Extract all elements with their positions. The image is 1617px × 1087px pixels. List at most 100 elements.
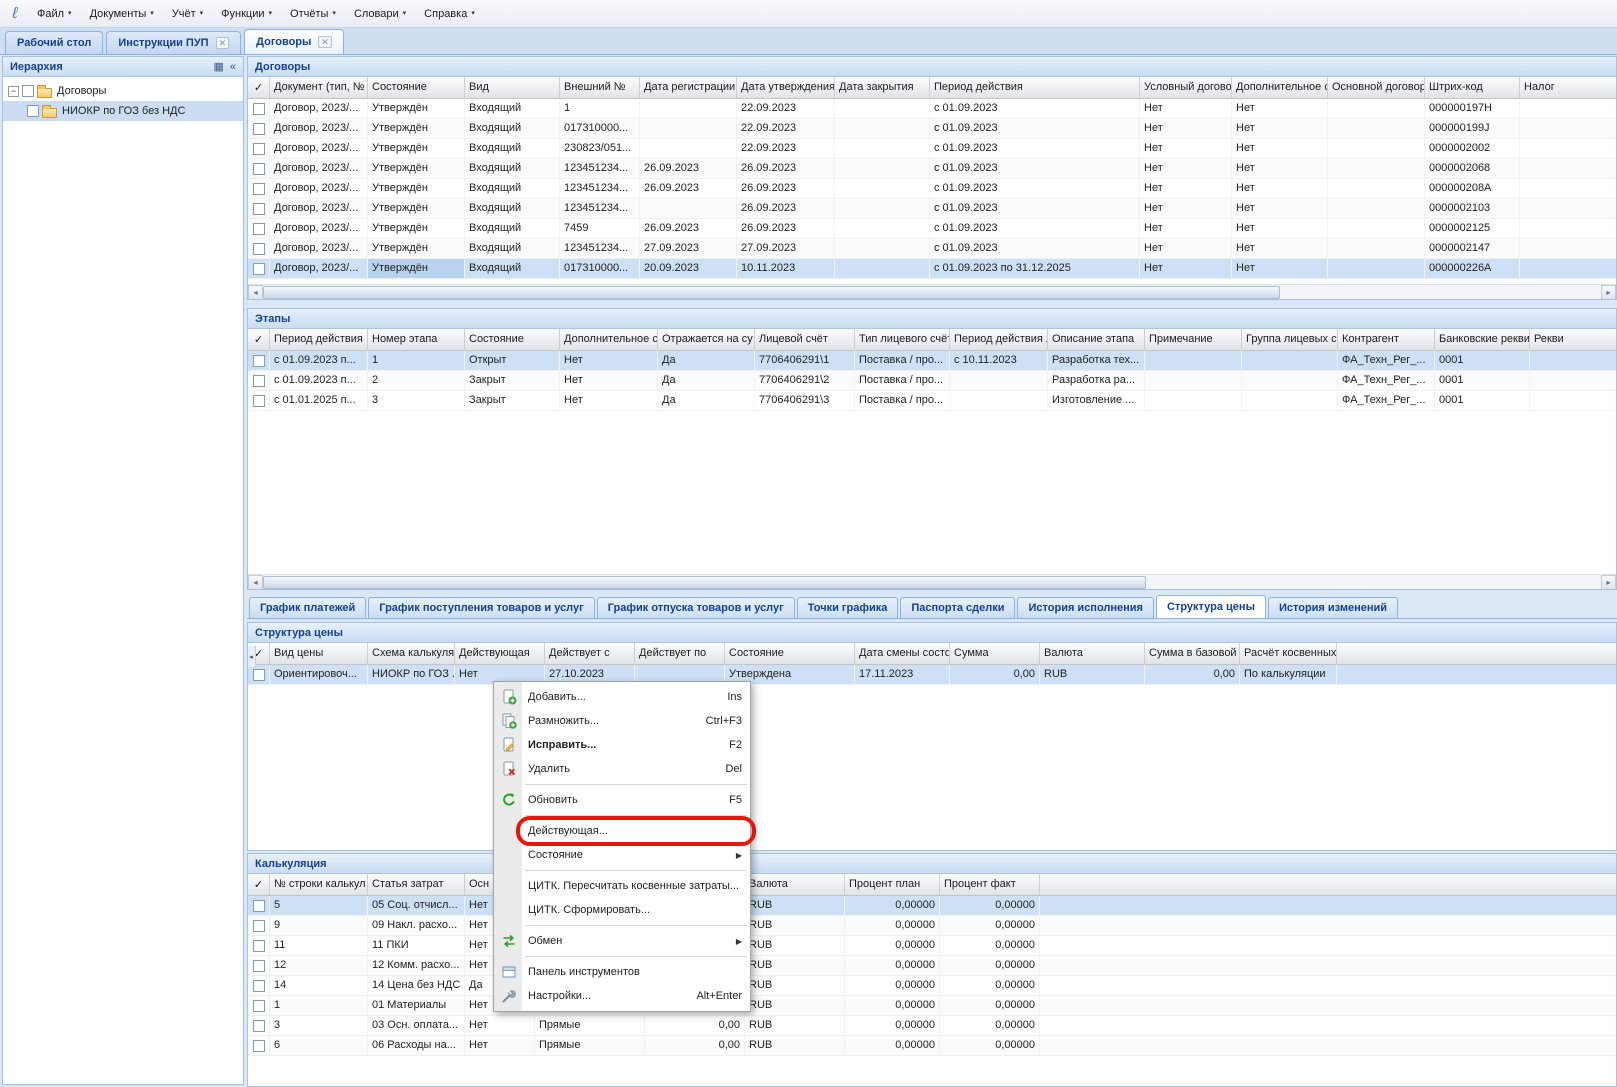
close-icon[interactable]: ✕ [216,37,230,49]
column-header[interactable]: Условный договор [1140,77,1232,98]
tree-item-niokr[interactable]: НИОКР по ГОЗ без НДС [3,101,243,121]
menubar-item-5[interactable]: Отчёты▾ [281,3,345,25]
grid-icon[interactable]: ▦ [213,60,223,73]
collapse-panel-icon[interactable]: « [230,61,236,73]
subtab-8[interactable]: История изменений [1268,597,1398,618]
table-row[interactable]: Ориентировоч...НИОКР по ГОЗ ...Нет27.10.… [248,665,1616,685]
column-header[interactable]: Действует с [545,643,635,664]
checkbox[interactable] [253,669,265,681]
scrollbar-thumb[interactable] [263,576,1146,589]
column-header[interactable]: Отражается на су [658,329,755,350]
column-header[interactable]: Период действия л [950,329,1048,350]
checkbox[interactable] [253,375,265,387]
menu-item-4[interactable]: УдалитьDel [494,757,750,781]
row-checkbox-cell[interactable] [248,996,270,1015]
row-checkbox-cell[interactable] [248,259,270,278]
table-row[interactable]: с 01.09.2023 п...1ОткрытНетДа7706406291\… [248,351,1616,371]
checkbox[interactable] [253,163,265,175]
row-checkbox-cell[interactable] [248,351,270,370]
menubar-item-7[interactable]: Справка▾ [415,3,484,25]
column-header[interactable]: Дополнительное с [560,329,658,350]
menubar-item-2[interactable]: Документы▾ [81,3,163,25]
column-header[interactable]: Примечание [1145,329,1242,350]
subtab-5[interactable]: Паспорта сделки [900,597,1015,618]
menu-item-2[interactable]: Размножить...Ctrl+F3 [494,709,750,733]
column-header[interactable]: № строки калькул [270,874,368,895]
column-header[interactable]: Расчёт косвенных [1240,643,1337,664]
column-header[interactable]: ✓ [248,77,270,98]
column-header[interactable]: Процент план [845,874,940,895]
column-header[interactable]: Состояние [368,77,465,98]
table-row[interactable]: Договор, 2023/...УтверждёнВходящий123451… [248,199,1616,219]
column-header[interactable]: Банковские реквиз [1435,329,1530,350]
scroll-left-icon[interactable]: ◂ [247,646,256,667]
menubar-item-4[interactable]: Функции▾ [212,3,281,25]
checkbox[interactable] [22,85,34,97]
column-header[interactable]: Вид [465,77,560,98]
row-checkbox-cell[interactable] [248,99,270,118]
column-header[interactable]: Контрагент [1338,329,1435,350]
scrollbar-track[interactable] [263,575,1601,590]
checkbox[interactable] [27,105,39,117]
row-checkbox-cell[interactable] [248,119,270,138]
menu-item-11[interactable]: ЦИТК. Пересчитать косвенные затраты... [494,874,750,898]
row-checkbox-cell[interactable] [248,916,270,935]
column-header[interactable]: Дата смены состо [855,643,950,664]
row-checkbox-cell[interactable] [248,976,270,995]
checkbox[interactable] [253,123,265,135]
column-header[interactable]: Состояние [725,643,855,664]
table-row[interactable]: Договор, 2023/...УтверждёнВходящий122.09… [248,99,1616,119]
subtab-2[interactable]: График поступления товаров и услуг [368,597,594,618]
column-header[interactable]: Валюта [745,874,845,895]
checkbox[interactable] [253,183,265,195]
tree-item-dogovory[interactable]: − Договоры [3,81,243,101]
column-header[interactable]: Штрих-код [1425,77,1520,98]
etapy-hscrollbar[interactable]: ◂ ▸ [248,574,1616,589]
column-header[interactable]: Схема калькуляци [368,643,455,664]
menu-item-6[interactable]: ОбновитьF5 [494,788,750,812]
table-row[interactable]: Договор, 2023/...УтверждёнВходящий017310… [248,259,1616,279]
contracts-hscrollbar[interactable]: ◂ ▸ [248,284,1616,299]
row-checkbox-cell[interactable] [248,1016,270,1035]
column-header[interactable]: Рекви [1530,329,1616,350]
column-header[interactable]: Сумма в базовой в [1145,643,1240,664]
table-row[interactable]: с 01.09.2023 п...2ЗакрытНетДа7706406291\… [248,371,1616,391]
table-row[interactable]: с 01.01.2025 п...3ЗакрытНетДа7706406291\… [248,391,1616,411]
column-header[interactable]: Действует по [635,643,725,664]
column-header[interactable]: Дата регистрации [640,77,737,98]
column-header[interactable]: Группа лицевых с [1242,329,1338,350]
menubar-item-1[interactable]: Файл▾ [28,3,81,25]
menu-item-16[interactable]: Панель инструментов [494,960,750,984]
subtab-7[interactable]: Структура цены [1156,595,1266,618]
row-checkbox-cell[interactable] [248,239,270,258]
table-row[interactable]: 606 Расходы на...НетПрямые0,00RUB0,00000… [248,1036,1616,1056]
menu-item-17[interactable]: Настройки...Alt+Enter [494,984,750,1008]
scroll-right-icon[interactable]: ▸ [1601,285,1616,300]
table-row[interactable]: Договор, 2023/...УтверждёнВходящий745926… [248,219,1616,239]
table-row[interactable]: 101 МатериалыНетПрямые0,00RUB0,000000,00… [248,996,1616,1016]
subtab-3[interactable]: График отпуска товаров и услуг [597,597,795,618]
checkbox[interactable] [253,263,265,275]
column-header[interactable]: Документ (тип, № [270,77,368,98]
table-row[interactable]: 1414 Цена без НДСДаRUB0,000000,00000 [248,976,1616,996]
checkbox[interactable] [253,900,265,912]
row-checkbox-cell[interactable] [248,139,270,158]
row-checkbox-cell[interactable] [248,371,270,390]
table-row[interactable]: Договор, 2023/...УтверждёнВходящий123451… [248,239,1616,259]
column-header[interactable]: Статья затрат [368,874,465,895]
column-header[interactable]: Состояние [465,329,560,350]
checkbox[interactable] [253,223,265,235]
column-header[interactable]: Период действия [930,77,1140,98]
checkbox[interactable] [253,143,265,155]
checkbox[interactable] [253,1000,265,1012]
row-checkbox-cell[interactable] [248,665,270,684]
row-checkbox-cell[interactable] [248,179,270,198]
menu-item-12[interactable]: ЦИТК. Сформировать... [494,898,750,922]
column-header[interactable]: Налог [1520,77,1616,98]
menu-item-14[interactable]: Обмен▶ [494,929,750,953]
table-row[interactable]: 303 Осн. оплата...НетПрямые0,00RUB0,0000… [248,1016,1616,1036]
subtab-6[interactable]: История исполнения [1017,597,1154,618]
table-row[interactable]: 1111 ПКИНетRUB0,000000,00000 [248,936,1616,956]
column-header[interactable]: Номер этапа [368,329,465,350]
column-header[interactable]: Внешний № [560,77,640,98]
